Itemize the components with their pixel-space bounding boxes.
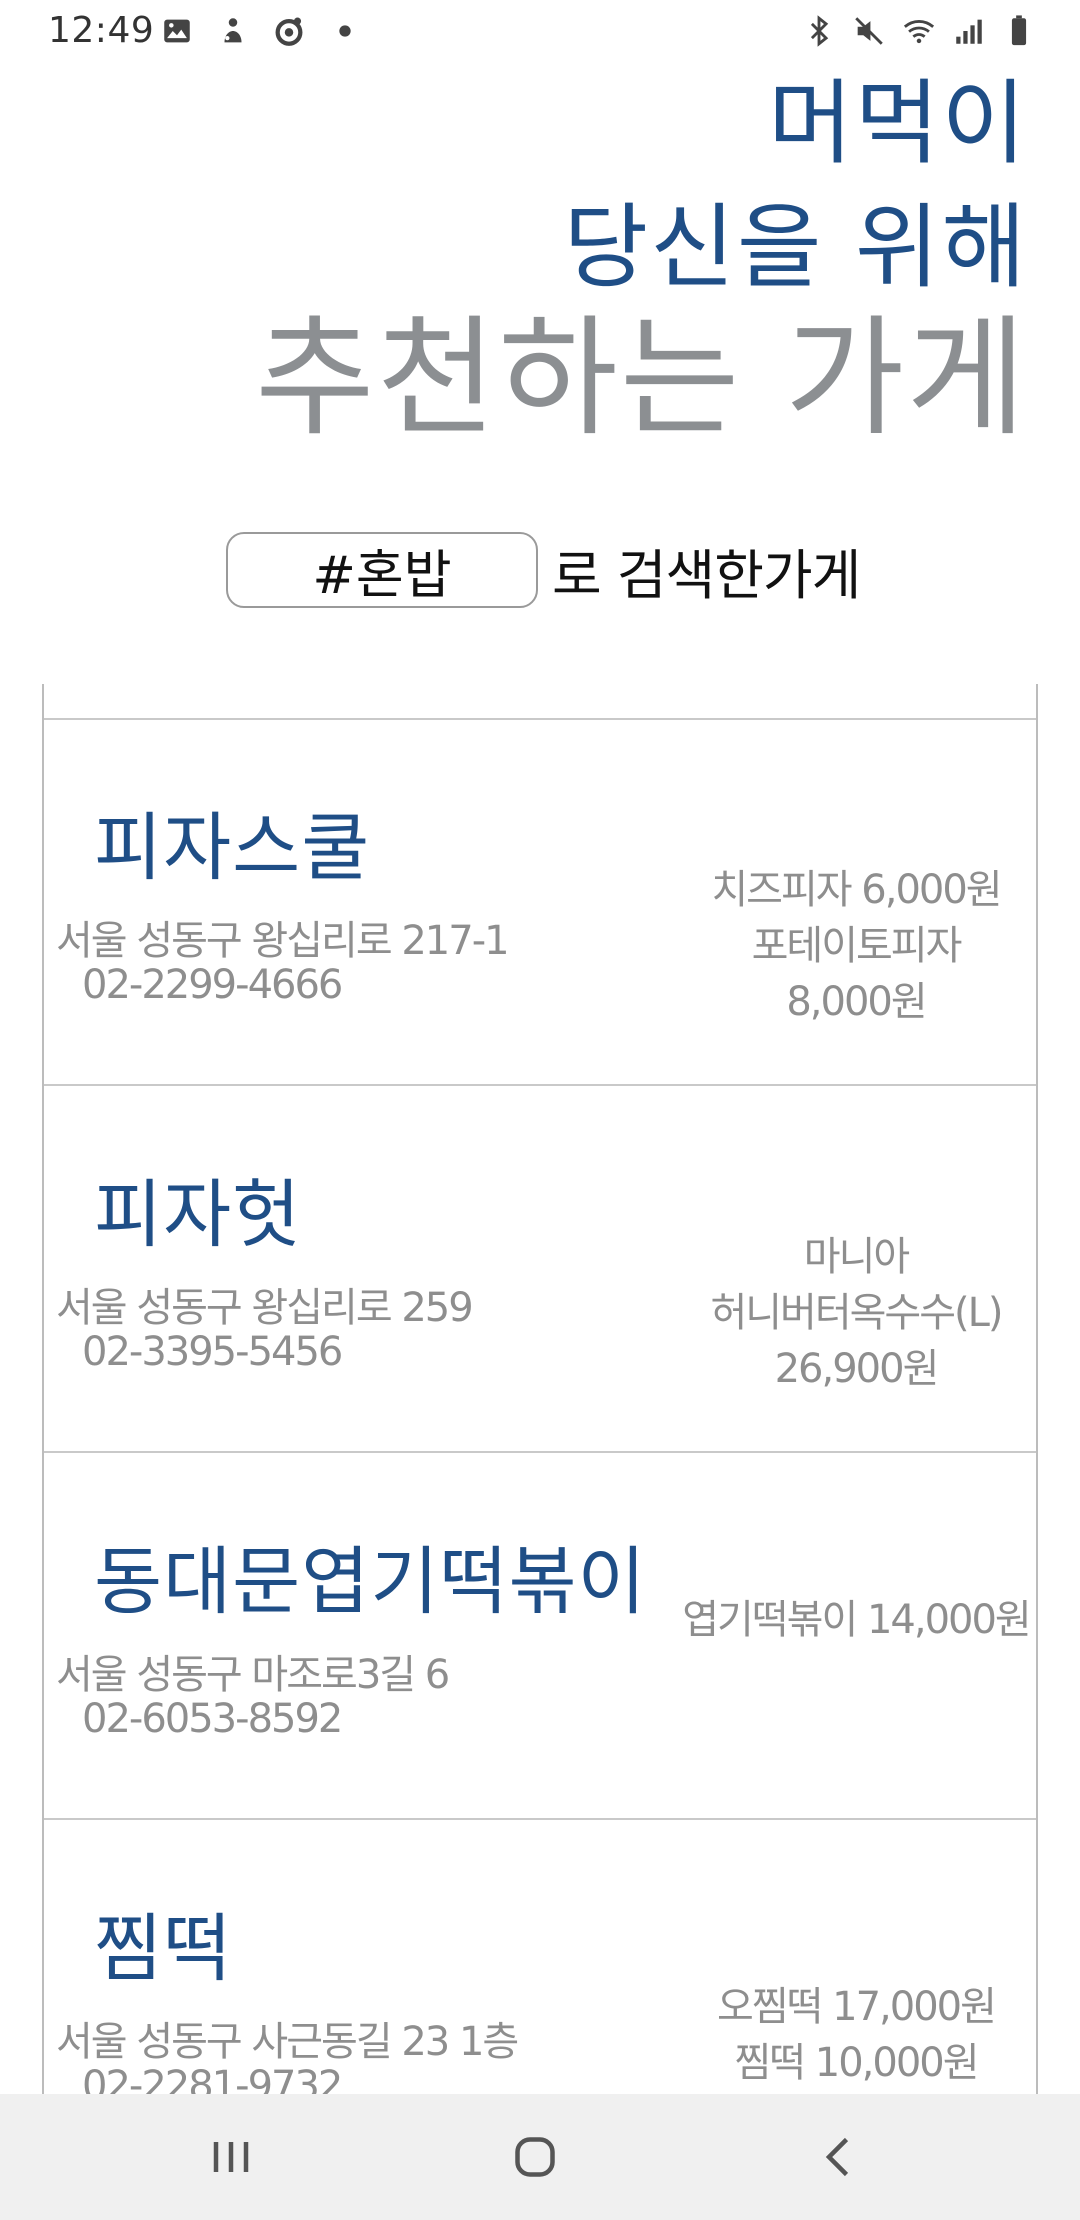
store-item[interactable]: 피자헛 서울 성동구 왕십리로 259 02-3395-5456 마니아 허니버… — [44, 1087, 1036, 1453]
menu-line: 오찜떡 17,000원 — [717, 1984, 997, 2030]
store-list[interactable]: 피자스쿨 서울 성동구 왕십리로 217-1 02-2299-4666 치즈피자… — [42, 684, 1038, 2094]
store-item[interactable]: 찜떡 서울 성동구 사근동길 23 1층 02-2281-9732 오찜떡 17… — [44, 1821, 1036, 2094]
store-name: 찜떡 — [94, 1906, 233, 1992]
heading-line3: 추천하는 가게 — [255, 302, 1028, 454]
app-notification-icon — [216, 14, 250, 48]
store-name: 동대문엽기떡볶이 — [94, 1539, 647, 1625]
store-phone: 02-2299-4666 — [82, 962, 343, 1008]
page-heading: 머먹이 당신을 위해 추천하는 가게 — [255, 62, 1028, 448]
status-left-icons — [160, 14, 362, 48]
menu-line: 26,900원 — [774, 1346, 940, 1392]
recent-apps-icon[interactable] — [196, 2122, 266, 2192]
image-icon — [160, 14, 194, 48]
store-address: 서울 성동구 마조로3길 6 — [56, 1652, 450, 1698]
search-tag-row: #혼밥 로 검색한가게 — [226, 530, 861, 610]
search-tag-button[interactable]: #혼밥 — [226, 532, 538, 608]
status-time: 12:49 — [48, 10, 155, 51]
store-menu: 마니아 허니버터옥수수(L) 26,900원 — [686, 1229, 1026, 1397]
store-item[interactable]: 피자스쿨 서울 성동구 왕십리로 217-1 02-2299-4666 치즈피자… — [44, 720, 1036, 1086]
menu-line: 엽기떡볶이 14,000원 — [682, 1597, 1031, 1643]
store-menu: 엽기떡볶이 14,000원 — [676, 1592, 1036, 1648]
heading-line2: 당신을 위해 — [563, 194, 1028, 301]
store-menu: 오찜떡 17,000원 찜떡 10,000원 — [686, 1979, 1026, 2091]
back-icon[interactable] — [804, 2122, 874, 2192]
menu-line: 찜떡 10,000원 — [734, 2040, 979, 2086]
dot-icon — [328, 14, 362, 48]
menu-line: 치즈피자 6,000원 — [711, 867, 1002, 913]
camera-app-icon — [272, 14, 306, 48]
signal-icon — [952, 14, 986, 48]
store-phone: 02-6053-8592 — [82, 1696, 343, 1742]
mute-icon — [852, 14, 886, 48]
battery-icon — [1002, 14, 1036, 48]
store-phone: 02-2281-9732 — [82, 2063, 343, 2094]
store-menu: 치즈피자 6,000원 포테이토피자 8,000원 — [686, 862, 1026, 1030]
store-name: 피자스쿨 — [94, 805, 371, 891]
menu-line: 포테이토피자 — [751, 923, 963, 969]
status-right-icons — [802, 14, 1036, 48]
store-address: 서울 성동구 왕십리로 217-1 — [56, 918, 510, 964]
menu-line: 허니버터옥수수(L) — [710, 1290, 1003, 1336]
system-nav-bar — [0, 2094, 1080, 2220]
home-icon[interactable] — [500, 2122, 570, 2192]
bluetooth-icon — [802, 14, 836, 48]
heading-line1: 머먹이 — [768, 70, 1028, 177]
store-address: 서울 성동구 왕십리로 259 — [56, 1285, 474, 1331]
menu-line: 8,000원 — [786, 979, 927, 1025]
search-tag-suffix: 로 검색한가게 — [552, 543, 861, 607]
wifi-icon — [902, 14, 936, 48]
store-phone: 02-3395-5456 — [82, 1329, 343, 1375]
store-name: 피자헛 — [94, 1172, 302, 1258]
status-bar: 12:49 — [0, 0, 1080, 64]
store-item[interactable]: 동대문엽기떡볶이 서울 성동구 마조로3길 6 02-6053-8592 엽기떡… — [44, 1454, 1036, 1820]
store-address: 서울 성동구 사근동길 23 1층 — [56, 2019, 519, 2065]
menu-line: 마니아 — [803, 1234, 910, 1280]
